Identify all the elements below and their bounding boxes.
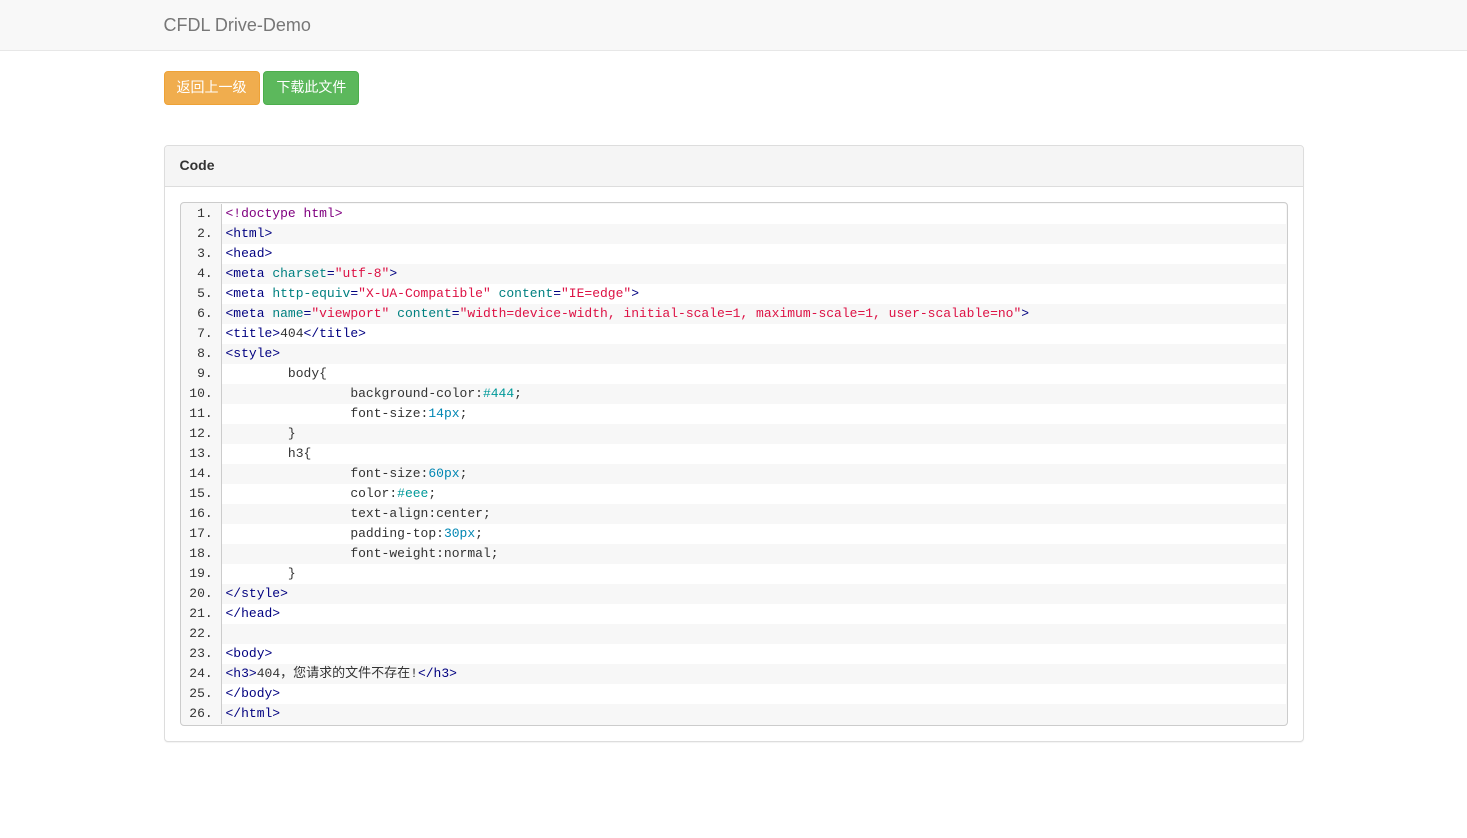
code-line: padding-top:30px; xyxy=(221,524,1286,544)
code-panel: Code <!doctype html><html><head><meta ch… xyxy=(164,145,1304,742)
code-line: </style> xyxy=(221,584,1286,604)
button-row: 返回上一级 下载此文件 xyxy=(164,51,1304,125)
download-button[interactable]: 下载此文件 xyxy=(263,71,359,105)
code-line: <!doctype html> xyxy=(221,204,1286,224)
code-line: <meta charset="utf-8"> xyxy=(221,264,1286,284)
code-line: } xyxy=(221,564,1286,584)
code-line: <title>404</title> xyxy=(221,324,1286,344)
code-line: } xyxy=(221,424,1286,444)
navbar: CFDL Drive-Demo xyxy=(0,0,1467,51)
code-listing: <!doctype html><html><head><meta charset… xyxy=(180,202,1288,726)
code-line: color:#eee; xyxy=(221,484,1286,504)
code-line xyxy=(221,624,1286,644)
code-line: </html> xyxy=(221,704,1286,724)
code-line: <body> xyxy=(221,644,1286,664)
navbar-brand[interactable]: CFDL Drive-Demo xyxy=(164,0,326,50)
back-button[interactable]: 返回上一级 xyxy=(164,71,260,105)
code-line: font-size:60px; xyxy=(221,464,1286,484)
code-line: background-color:#444; xyxy=(221,384,1286,404)
code-line: <html> xyxy=(221,224,1286,244)
code-line: <head> xyxy=(221,244,1286,264)
code-line: font-weight:normal; xyxy=(221,544,1286,564)
panel-title: Code xyxy=(165,146,1303,187)
code-line: <meta http-equiv="X-UA-Compatible" conte… xyxy=(221,284,1286,304)
code-line: </body> xyxy=(221,684,1286,704)
code-line: <h3>404，您请求的文件不存在!</h3> xyxy=(221,664,1286,684)
code-line: <style> xyxy=(221,344,1286,364)
code-line: font-size:14px; xyxy=(221,404,1286,424)
code-line: body{ xyxy=(221,364,1286,384)
code-line: <meta name="viewport" content="width=dev… xyxy=(221,304,1286,324)
code-line: h3{ xyxy=(221,444,1286,464)
code-line: </head> xyxy=(221,604,1286,624)
code-line: text-align:center; xyxy=(221,504,1286,524)
